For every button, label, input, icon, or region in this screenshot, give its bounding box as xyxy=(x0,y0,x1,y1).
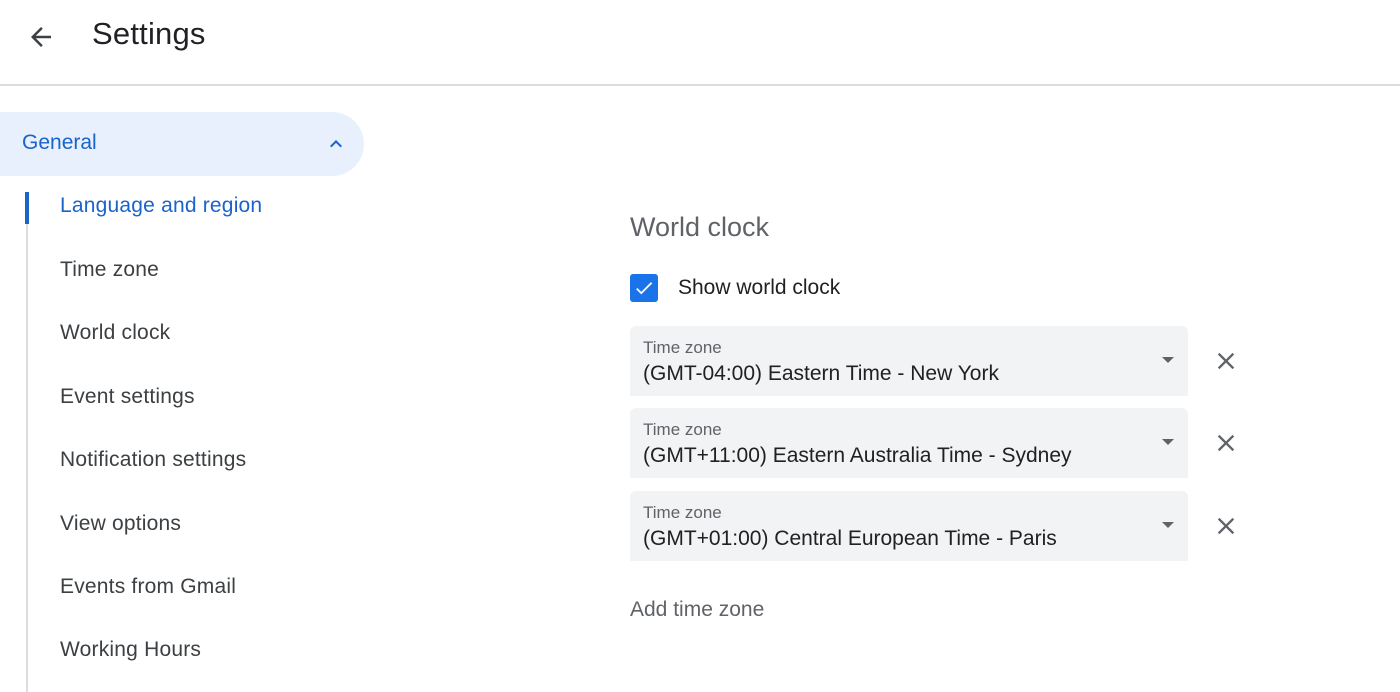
timezone-select-1[interactable]: Time zone (GMT-04:00) Eastern Time - New… xyxy=(630,326,1188,396)
timezone-field-value: (GMT+01:00) Central European Time - Pari… xyxy=(643,527,1057,550)
sidebar-item-events-from-gmail[interactable]: Events from Gmail xyxy=(60,575,236,599)
sidebar-item-notification-settings[interactable]: Notification settings xyxy=(60,448,246,472)
sidebar-group-label: General xyxy=(22,131,97,154)
sidebar-item-world-clock[interactable]: World clock xyxy=(60,321,170,345)
close-icon xyxy=(1217,352,1235,370)
world-clock-section: World clock Show world clock Time zone (… xyxy=(630,88,1400,692)
back-button[interactable] xyxy=(18,14,64,60)
checkmark-icon xyxy=(636,282,653,295)
arrow-back-icon xyxy=(31,27,51,47)
timezone-field-label: Time zone xyxy=(643,338,722,357)
chevron-up-icon xyxy=(330,140,342,148)
remove-timezone-button-2[interactable] xyxy=(1208,425,1244,461)
page-title: Settings xyxy=(92,16,206,51)
timezone-select-3[interactable]: Time zone (GMT+01:00) Central European T… xyxy=(630,491,1188,561)
section-title: World clock xyxy=(630,212,770,242)
active-indicator xyxy=(25,192,29,224)
sidebar-item-working-hours[interactable]: Working Hours xyxy=(60,638,201,662)
dropdown-arrow-icon xyxy=(1162,522,1174,528)
timezone-field-value: (GMT+11:00) Eastern Australia Time - Syd… xyxy=(643,444,1072,467)
show-world-clock-checkbox[interactable] xyxy=(630,274,658,302)
timezone-field-value: (GMT-04:00) Eastern Time - New York xyxy=(643,362,999,385)
top-bar: Settings xyxy=(0,0,1400,86)
add-time-zone-button[interactable]: Add time zone xyxy=(630,598,764,622)
timezone-field-label: Time zone xyxy=(643,420,722,439)
settings-sidebar: General Language and region Time zone Wo… xyxy=(0,88,370,692)
timezone-field-label: Time zone xyxy=(643,503,722,522)
show-world-clock-label[interactable]: Show world clock xyxy=(678,276,840,300)
sidebar-item-time-zone[interactable]: Time zone xyxy=(60,258,159,282)
sidebar-item-view-options[interactable]: View options xyxy=(60,512,181,536)
close-icon xyxy=(1217,517,1235,535)
timezone-select-2[interactable]: Time zone (GMT+11:00) Eastern Australia … xyxy=(630,408,1188,478)
remove-timezone-button-1[interactable] xyxy=(1208,343,1244,379)
dropdown-arrow-icon xyxy=(1162,357,1174,363)
close-icon xyxy=(1217,434,1235,452)
dropdown-arrow-icon xyxy=(1162,439,1174,445)
sidebar-item-event-settings[interactable]: Event settings xyxy=(60,385,195,409)
nav-rail xyxy=(26,192,28,692)
remove-timezone-button-3[interactable] xyxy=(1208,508,1244,544)
sidebar-item-language-and-region[interactable]: Language and region xyxy=(60,194,262,218)
sidebar-group-general[interactable]: General xyxy=(0,112,364,176)
